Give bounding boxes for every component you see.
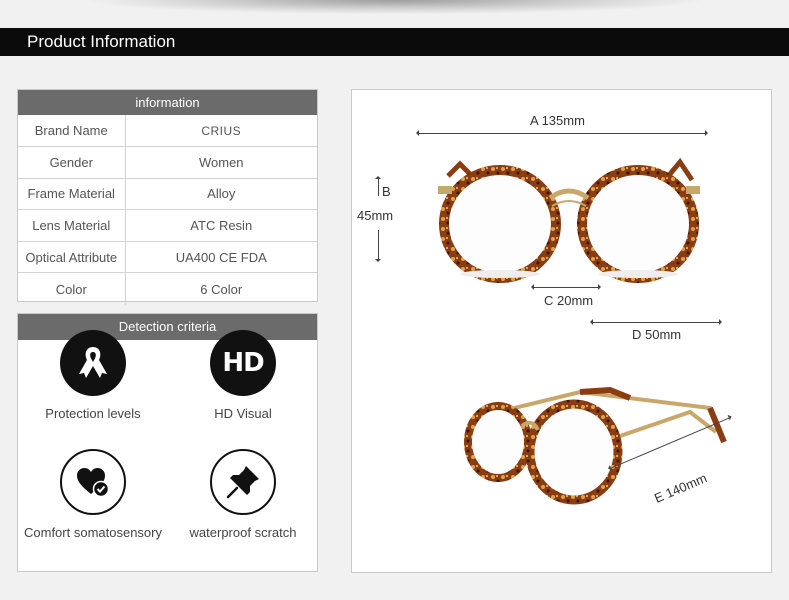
optical-attribute-value: UA400 CE FDA xyxy=(125,240,317,273)
dimension-b-line-bottom xyxy=(378,230,379,260)
table-row: Color 6 Color xyxy=(18,272,317,305)
dimension-b-letter: B xyxy=(382,184,391,199)
gender-value: Women xyxy=(125,146,317,179)
feature-comfort-somatosensory: Comfort somatosensory xyxy=(18,449,168,540)
dimension-c-label: C 20mm xyxy=(544,293,594,308)
information-table: Brand Name CRIUS Gender Women Frame Mate… xyxy=(18,115,317,305)
dimension-b-arrow-down xyxy=(375,259,381,262)
gender-key: Gender xyxy=(18,146,126,179)
lens-material-key: Lens Material xyxy=(18,209,126,242)
information-heading: information xyxy=(18,90,317,115)
dimension-b-value: 45mm xyxy=(357,208,394,223)
feature-label: waterproof scratch xyxy=(189,525,297,540)
detection-criteria-panel: Detection criteria Protection levels HD … xyxy=(17,313,318,572)
pushpin-icon xyxy=(210,449,276,515)
dimension-b-line-top xyxy=(378,178,379,196)
header-bar: Product Information xyxy=(0,28,789,56)
dimension-d-label: D 50mm xyxy=(632,327,682,342)
product-image-panel: A 135mm B 45mm C 20mm D 50mm E 140mm xyxy=(351,89,772,573)
table-row: Frame Material Alloy xyxy=(18,177,317,210)
feature-label: Comfort somatosensory xyxy=(24,525,162,540)
feature-protection-levels: Protection levels xyxy=(18,330,168,421)
table-row: Optical Attribute UA400 CE FDA xyxy=(18,240,317,273)
information-panel: information Brand Name CRIUS Gender Wome… xyxy=(17,89,318,305)
feature-label: HD Visual xyxy=(214,406,272,421)
dimension-c-line xyxy=(531,284,601,290)
dimension-a-line xyxy=(416,130,708,136)
table-row: Gender Women xyxy=(18,146,317,179)
dimension-a-label: A 135mm xyxy=(530,113,585,128)
ribbon-icon xyxy=(60,330,126,396)
color-key: Color xyxy=(18,272,126,305)
frame-material-key: Frame Material xyxy=(18,177,126,210)
glasses-front-image xyxy=(438,157,700,283)
hd-icon-text: HD xyxy=(222,348,264,378)
page-title: Product Information xyxy=(27,32,176,51)
feature-hd-visual: HD HD Visual xyxy=(168,330,318,421)
optical-attribute-key: Optical Attribute xyxy=(18,240,126,273)
frame-material-value: Alloy xyxy=(125,177,317,210)
feature-waterproof-scratch: waterproof scratch xyxy=(168,449,318,540)
brand-name-key: Brand Name xyxy=(18,115,126,147)
hd-icon: HD xyxy=(210,330,276,396)
heart-check-icon xyxy=(60,449,126,515)
dimension-d-line xyxy=(590,319,722,325)
color-value: 6 Color xyxy=(125,272,317,305)
dimension-b-arrow-up xyxy=(375,176,381,179)
table-row: Brand Name CRIUS xyxy=(18,115,317,147)
brand-name-value: CRIUS xyxy=(201,123,242,138)
table-row: Lens Material ATC Resin xyxy=(18,209,317,242)
top-shadow xyxy=(90,0,700,14)
feature-label: Protection levels xyxy=(45,406,141,421)
lens-material-value: ATC Resin xyxy=(125,209,317,242)
